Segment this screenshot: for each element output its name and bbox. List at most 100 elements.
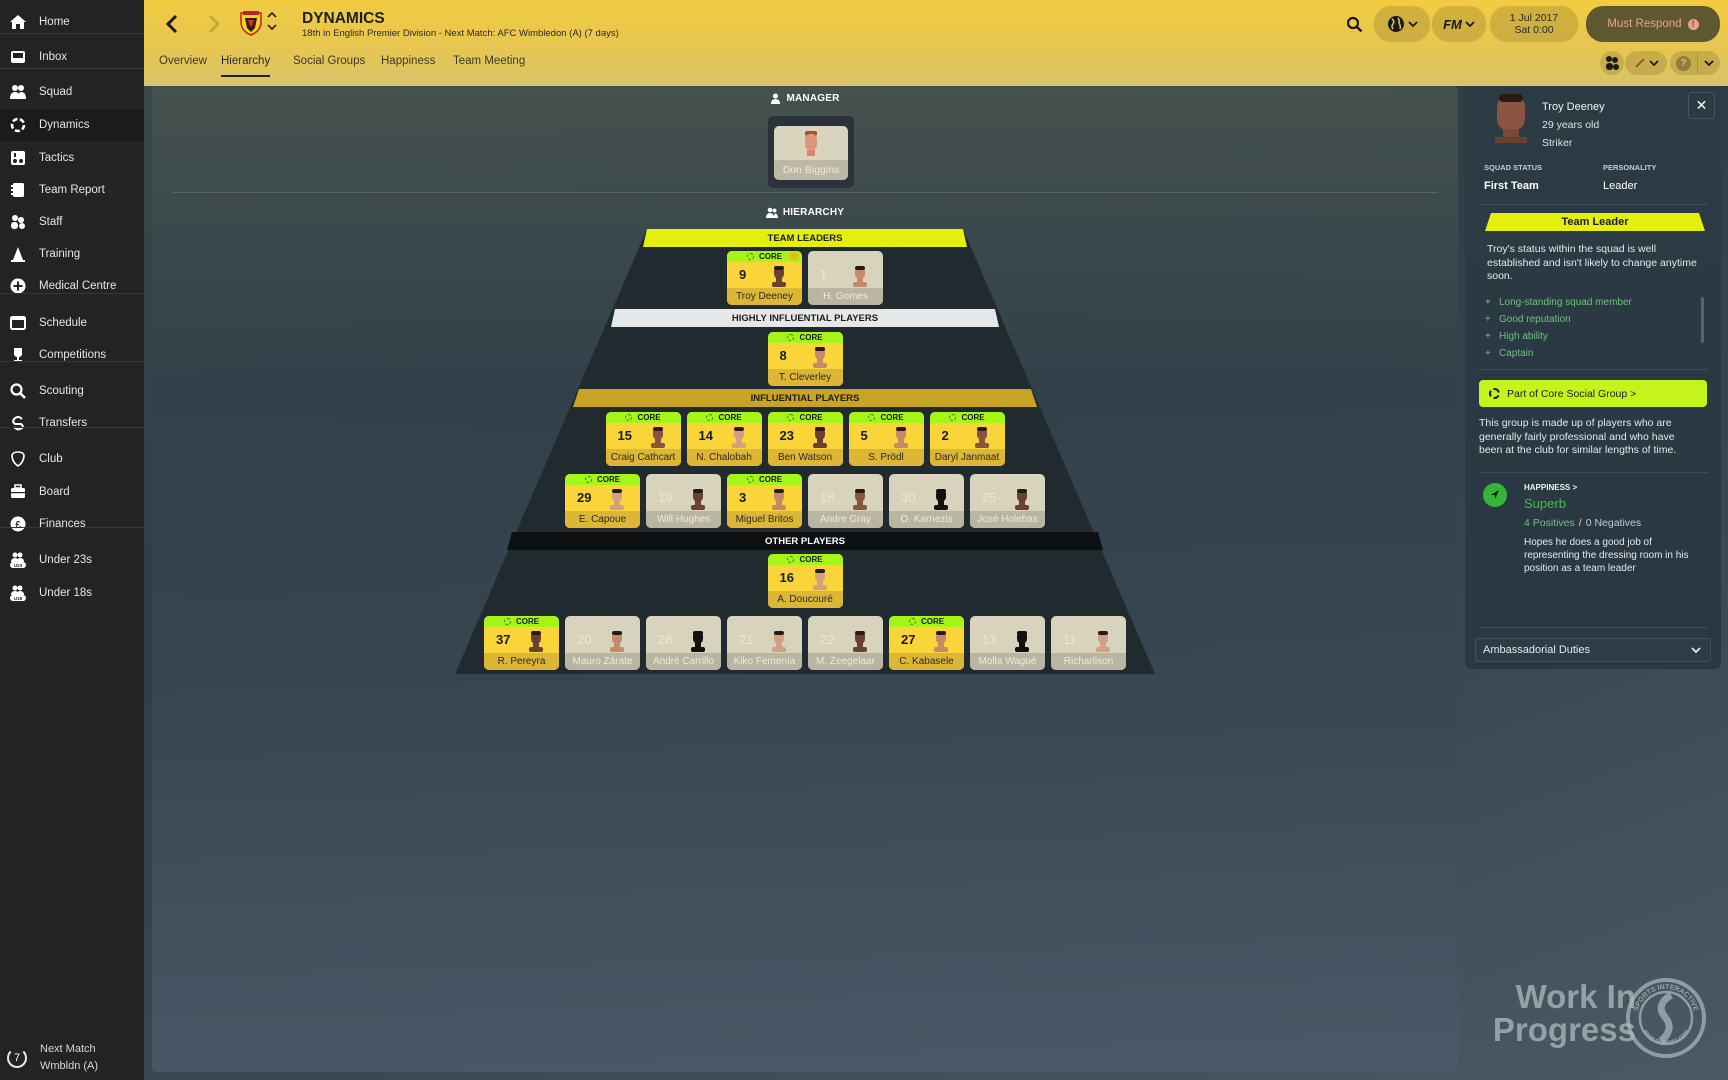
player-card[interactable]: CORE 5 S. Prödl [848,412,924,466]
duties-dropdown[interactable]: Ambassadorial Duties [1475,638,1711,662]
back-button[interactable] [162,12,182,36]
sidebar-item-board[interactable]: Board [0,476,144,508]
player-card[interactable]: 1 H. Gomes [808,251,883,305]
player-card[interactable]: 20 Mauro Zárate [565,616,640,670]
player-name: O. Karnezis [889,511,964,528]
club-crest-icon[interactable] [240,10,262,36]
sidebar-item-label: Medical Centre [39,280,117,292]
player-card[interactable]: CORE 3 Miguel Britos [727,474,802,528]
player-name: R. Pereyra [484,653,559,670]
staff-icon [11,215,25,229]
player-face-icon [650,427,665,448]
help-menu-button[interactable]: ? [1670,51,1720,75]
club-switcher[interactable] [266,10,278,36]
player-card[interactable]: CORE 27 C. Kabasele [889,616,964,670]
core-badge: CORE [929,412,1005,423]
fm-menu-button[interactable]: FM [1432,6,1486,42]
player-card[interactable]: 25 José Holebas [970,474,1045,528]
player-name[interactable]: Troy Deeney [1542,101,1605,113]
player-card[interactable]: CORE 2 Daryl Janmaat [929,412,1005,466]
sidebar-item-team-report[interactable]: Team Report [0,174,144,206]
player-card[interactable]: 28 André Carrillo [646,616,721,670]
core-badge: CORE [565,474,640,485]
player-card[interactable]: CORE 37 R. Pereyra [484,616,559,670]
plus-icon: + [1485,348,1491,359]
sidebar-item-competitions[interactable]: Competitions [0,339,144,371]
player-card[interactable]: CORE 9 Troy Deeney [727,251,802,305]
shield-icon [11,451,25,467]
forward-button[interactable] [204,12,224,36]
player-card[interactable]: CORE 14 N. Chalobah [686,412,762,466]
tier-label: TEAM LEADERS [767,232,843,244]
tab-hierarchy[interactable]: Hierarchy [221,55,271,77]
sidebar-item-staff[interactable]: Staff [0,206,144,238]
social-group-description: This group is made up of players who are… [1479,417,1677,456]
player-silhouette-icon [934,489,948,510]
tab-team-meeting[interactable]: Team Meeting [453,55,525,75]
player-card[interactable]: CORE 15 Craig Cathcart [605,412,681,466]
player-card[interactable]: CORE 23 Ben Watson [767,412,843,466]
sidebar-item-label: Competitions [39,349,107,361]
happiness-value: Superb [1524,496,1566,511]
social-group-button[interactable]: Part of Core Social Group > [1479,380,1707,407]
happiness-link[interactable]: HAPPINESS > [1524,483,1577,492]
tier-other-players-band: OTHER PLAYERS [507,532,1103,550]
next-match-widget[interactable]: 7 Next Match Wmbldn (A) [0,1040,144,1076]
manager-card[interactable]: Don Biggins [774,126,848,180]
search-button[interactable] [1344,14,1364,34]
tab-happiness[interactable]: Happiness [381,55,435,75]
sidebar-item-squad[interactable]: Squad [0,76,144,108]
tier-label: HIGHLY INFLUENTIAL PLAYERS [731,312,879,324]
sidebar-item-tactics[interactable]: Tactics [0,142,144,174]
player-card[interactable]: 19 Will Hughes [646,474,721,528]
player-card[interactable]: 21 Kiko Femenía [727,616,802,670]
player-name: A. Doucouré [767,591,843,608]
player-card[interactable]: 22 M. Zeegelaar [808,616,883,670]
sidebar-item-training[interactable]: Training [0,238,144,270]
people-button[interactable] [1600,51,1624,75]
tab-social-groups[interactable]: Social Groups [293,55,365,75]
squad-number: 25 [982,490,997,505]
sidebar-item-under-23s[interactable]: U23 Under 23s [0,544,144,576]
hierarchy-panel: MANAGER Don Biggins HIERARCHY TEAM LEADE… [152,86,1458,1072]
must-respond-button[interactable]: Must Respond ! [1586,6,1720,42]
player-name: Mauro Zárate [565,653,640,670]
core-label: CORE [596,475,621,484]
sidebar-item-dynamics[interactable]: Dynamics [0,109,144,141]
player-card[interactable]: CORE 16 A. Doucouré [767,554,843,608]
personality-value: Leader [1603,180,1638,192]
close-button[interactable]: ✕ [1688,92,1715,119]
sidebar-item-under-18s[interactable]: U18 Under 18s [0,577,144,609]
dynamics-icon [10,117,26,133]
positives-count[interactable]: 4 Positives [1524,517,1575,529]
player-card[interactable]: 18 Andre Gray [808,474,883,528]
game-date-button[interactable]: 1 Jul 2017 Sat 0:00 [1490,6,1578,42]
sidebar-item-scouting[interactable]: Scouting [0,375,144,407]
sidebar-item-finances[interactable]: £ Finances [0,508,144,540]
sidebar-item-medical-centre[interactable]: Medical Centre [0,270,144,302]
world-menu-button[interactable] [1374,6,1430,42]
work-in-progress-watermark: Work In Progress [1456,980,1636,1046]
sidebar-item-club[interactable]: Club [0,443,144,475]
player-age: 29 years old [1542,119,1600,131]
reasons-scrollbar[interactable] [1701,297,1704,343]
sidebar-item-label: Home [39,16,70,28]
section-divider [172,192,1438,193]
player-card[interactable]: CORE 8 T. Cleverley [767,332,843,386]
sidebar-item-label: Dynamics [39,119,90,131]
player-card[interactable]: 11 Richarlison [1051,616,1126,670]
player-card[interactable]: 13 Molla Wagué [970,616,1045,670]
core-group-icon [787,334,795,341]
player-face-icon [691,489,705,510]
player-name: T. Cleverley [767,369,843,386]
tab-overview[interactable]: Overview [159,55,207,75]
negatives-count[interactable]: 0 Negatives [1586,517,1641,529]
edit-menu-button[interactable] [1625,51,1667,75]
chevron-down-icon [1691,647,1701,654]
player-card[interactable]: CORE 29 E. Capoue [565,474,640,528]
watermark-line1: Work In [1515,978,1636,1015]
happiness-summary: 4 Positives/ 0 Negatives [1524,517,1641,529]
sidebar-item-schedule[interactable]: Schedule [0,307,144,339]
sidebar-item-transfers[interactable]: Transfers [0,407,144,439]
player-card[interactable]: 30 O. Karnezis [889,474,964,528]
